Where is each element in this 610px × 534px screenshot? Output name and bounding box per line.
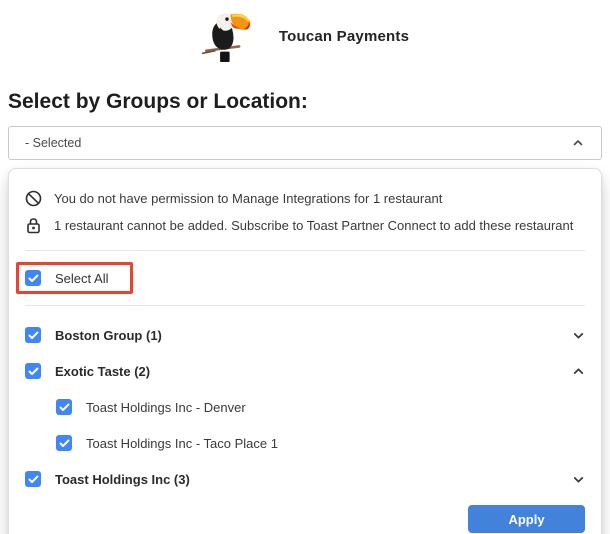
restaurant-row-denver[interactable]: Toast Holdings Inc - Denver	[56, 389, 585, 425]
group-row-exotic-taste[interactable]: Exotic Taste (2)	[25, 353, 585, 389]
select-all-checkbox[interactable]	[25, 270, 41, 286]
select-all-highlight-box: Select All	[16, 262, 133, 294]
toucan-logo-icon	[201, 7, 253, 65]
page-title: Select by Groups or Location:	[8, 90, 602, 114]
restaurant-checkbox[interactable]	[56, 435, 72, 451]
group-row-toast-holdings[interactable]: Toast Holdings Inc (3)	[25, 461, 585, 497]
divider	[25, 305, 585, 306]
group-label: Exotic Taste (2)	[55, 364, 150, 379]
chevron-up-icon[interactable]	[571, 136, 585, 150]
notice-no-permission: You do not have permission to Manage Int…	[25, 185, 585, 212]
group-location-dropdown[interactable]: - Selected	[8, 126, 602, 160]
group-checkbox[interactable]	[25, 363, 41, 379]
restaurant-checkbox[interactable]	[56, 399, 72, 415]
group-checkbox[interactable]	[25, 471, 41, 487]
restaurant-label: Toast Holdings Inc - Taco Place 1	[86, 436, 278, 451]
group-label: Boston Group (1)	[55, 328, 162, 343]
no-permission-icon	[25, 190, 42, 207]
app-title: Toucan Payments	[279, 28, 409, 45]
chevron-up-icon[interactable]	[571, 364, 585, 378]
apply-button[interactable]: Apply	[468, 505, 585, 533]
group-label: Toast Holdings Inc (3)	[55, 472, 190, 487]
group-row-boston-group[interactable]: Boston Group (1)	[25, 317, 585, 353]
notice-text: 1 restaurant cannot be added. Subscribe …	[54, 218, 573, 233]
chevron-down-icon[interactable]	[571, 472, 585, 486]
lock-icon	[25, 217, 42, 234]
divider	[25, 250, 585, 251]
chevron-down-icon[interactable]	[571, 328, 585, 342]
group-checkbox[interactable]	[25, 327, 41, 343]
dropdown-selected-value: - Selected	[25, 136, 81, 150]
restaurant-row-taco-place[interactable]: Toast Holdings Inc - Taco Place 1	[56, 425, 585, 461]
notice-text: You do not have permission to Manage Int…	[54, 191, 442, 206]
dropdown-panel: You do not have permission to Manage Int…	[8, 168, 602, 534]
app-header: Toucan Payments	[0, 0, 610, 66]
select-all-label[interactable]: Select All	[55, 271, 108, 286]
notice-cannot-add: 1 restaurant cannot be added. Subscribe …	[25, 212, 585, 239]
restaurant-label: Toast Holdings Inc - Denver	[86, 400, 246, 415]
